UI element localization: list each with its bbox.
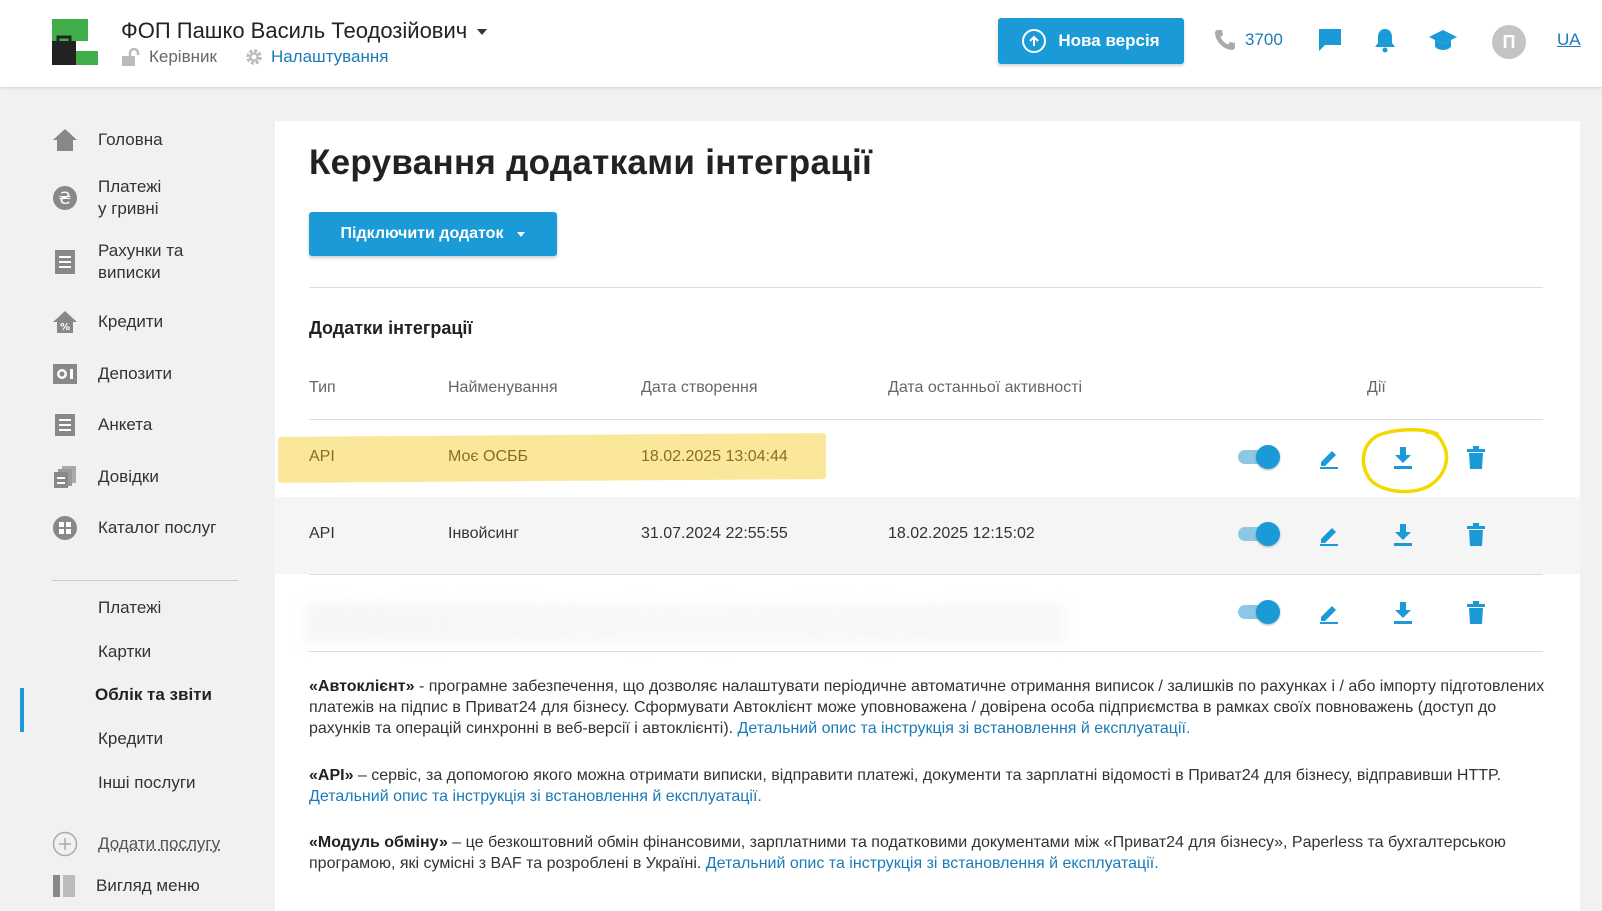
sidebar-sub-credits[interactable]: Кредити bbox=[98, 729, 163, 749]
api-docs-link[interactable]: Детальний опис та інструкція зі встановл… bbox=[309, 788, 762, 805]
column-header-last-active: Дата останньої активності bbox=[888, 379, 1083, 396]
cell-name: Інвойсинг bbox=[448, 525, 520, 542]
phone-icon bbox=[1215, 30, 1235, 50]
row-divider bbox=[309, 651, 1543, 652]
pencil-icon bbox=[1320, 528, 1338, 546]
catalog-icon bbox=[52, 515, 78, 541]
delete-button[interactable] bbox=[1463, 600, 1489, 626]
home-icon bbox=[52, 127, 78, 153]
column-header-name: Найменування bbox=[448, 379, 558, 396]
trash-icon bbox=[1467, 446, 1485, 469]
sidebar-item-home[interactable]: Головна bbox=[52, 127, 163, 153]
delete-button[interactable] bbox=[1463, 522, 1489, 548]
company-name: ФОП Пашко Василь Теодозійович bbox=[121, 18, 468, 43]
trash-icon bbox=[1467, 523, 1485, 546]
deposit-icon bbox=[52, 361, 78, 387]
hryvnia-icon: ₴ bbox=[52, 185, 78, 211]
form-icon bbox=[52, 412, 78, 438]
edit-button[interactable] bbox=[1316, 600, 1342, 626]
pencil-icon bbox=[1320, 606, 1338, 624]
autoclient-docs-link[interactable]: Детальний опис та інструкція зі встановл… bbox=[738, 720, 1191, 737]
unlock-icon bbox=[122, 48, 140, 66]
chevron-down-icon bbox=[517, 231, 526, 237]
download-icon bbox=[1394, 602, 1412, 624]
plus-circle-icon bbox=[52, 831, 78, 857]
table-row: API Інвойсинг 31.07.2024 22:55:55 18.02.… bbox=[274, 497, 1580, 574]
table-row bbox=[275, 575, 1580, 652]
house-percent-icon: % bbox=[52, 309, 78, 335]
phone-link[interactable]: 3700 bbox=[1213, 28, 1283, 52]
add-service-link[interactable]: Додати послугу bbox=[52, 831, 220, 857]
sidebar-item-accounts[interactable]: Рахунки та виписки bbox=[52, 240, 183, 284]
sidebar: Головна ₴ Платежі у гривні Рахунки та ви… bbox=[0, 87, 270, 911]
certificates-icon bbox=[52, 464, 78, 490]
active-toggle[interactable] bbox=[1236, 599, 1280, 625]
company-logo-icon bbox=[52, 19, 98, 65]
edit-button[interactable] bbox=[1316, 522, 1342, 548]
column-header-actions: Дії bbox=[1367, 379, 1386, 396]
active-indicator bbox=[20, 688, 24, 732]
download-icon bbox=[1394, 524, 1412, 546]
active-toggle[interactable] bbox=[1236, 444, 1280, 470]
cell-type: API bbox=[309, 525, 335, 542]
new-version-button[interactable]: Нова версія bbox=[998, 18, 1184, 64]
desc-api: «API» – сервіс, за допомогою якого можна… bbox=[309, 767, 1502, 805]
exchange-docs-link[interactable]: Детальний опис та інструкція зі встановл… bbox=[706, 855, 1159, 872]
settings-link[interactable]: Налаштування bbox=[245, 47, 388, 67]
main-content: Керування додатками інтеграції Підключит… bbox=[274, 121, 1580, 911]
trash-icon bbox=[1467, 601, 1485, 624]
sidebar-item-payments-uah[interactable]: ₴ Платежі у гривні bbox=[52, 176, 161, 220]
arrow-up-circle-icon bbox=[1022, 29, 1047, 53]
annotation-circle bbox=[1361, 428, 1449, 494]
menu-layout-icon bbox=[53, 875, 75, 897]
bell-icon[interactable] bbox=[1373, 27, 1397, 53]
role-label: Керівник bbox=[121, 47, 217, 67]
graduation-cap-icon[interactable] bbox=[1428, 27, 1458, 53]
chevron-down-icon bbox=[477, 29, 488, 35]
svg-text:₴: ₴ bbox=[58, 189, 71, 209]
sidebar-sub-payments[interactable]: Платежі bbox=[98, 598, 161, 618]
active-toggle[interactable] bbox=[1236, 521, 1280, 547]
top-header: ФОП Пашко Василь Теодозійович Керівник Н… bbox=[0, 0, 1602, 87]
sidebar-sub-accounting[interactable]: Облік та звіти bbox=[95, 685, 212, 705]
language-switch[interactable]: UA bbox=[1557, 30, 1581, 50]
cell-type: API bbox=[309, 448, 335, 465]
sidebar-item-certificates[interactable]: Довідки bbox=[52, 464, 159, 490]
download-button[interactable] bbox=[1390, 522, 1416, 548]
download-button[interactable] bbox=[1390, 600, 1416, 626]
delete-button[interactable] bbox=[1463, 445, 1489, 471]
document-icon bbox=[52, 249, 78, 275]
sidebar-item-deposits[interactable]: Депозити bbox=[52, 361, 172, 387]
sidebar-divider bbox=[52, 580, 238, 581]
cell-created: 18.02.2025 13:04:44 bbox=[641, 448, 788, 465]
company-selector[interactable]: ФОП Пашко Василь Теодозійович bbox=[121, 18, 488, 44]
column-header-type: Тип bbox=[309, 379, 336, 396]
menu-view-toggle[interactable]: Вигляд меню bbox=[52, 874, 200, 898]
sidebar-item-credits[interactable]: % Кредити bbox=[52, 309, 163, 335]
cell-created: 31.07.2024 22:55:55 bbox=[641, 525, 788, 542]
gear-icon bbox=[246, 49, 262, 65]
divider bbox=[309, 287, 1543, 288]
sidebar-sub-other[interactable]: Інші послуги bbox=[98, 773, 196, 793]
desc-exchange-module: «Модуль обміну» – це безкоштовний обмін … bbox=[309, 834, 1506, 872]
svg-text:%: % bbox=[60, 322, 70, 333]
connect-app-button[interactable]: Підключити додаток bbox=[309, 212, 557, 256]
edit-button[interactable] bbox=[1316, 445, 1342, 471]
cell-last-active: 18.02.2025 12:15:02 bbox=[888, 525, 1035, 542]
page-title: Керування додатками інтеграції bbox=[309, 143, 873, 182]
chat-icon[interactable] bbox=[1317, 27, 1343, 53]
cell-name: Моє ОСББ bbox=[448, 448, 529, 465]
avatar[interactable]: П bbox=[1492, 25, 1526, 59]
section-title: Додатки інтеграції bbox=[309, 318, 473, 338]
sidebar-sub-cards[interactable]: Картки bbox=[98, 642, 151, 662]
desc-autoclient: «Автоклієнт» - програмне забезпечення, щ… bbox=[309, 678, 1545, 737]
sidebar-item-form[interactable]: Анкета bbox=[52, 412, 152, 438]
pencil-icon bbox=[1320, 451, 1338, 469]
column-header-created: Дата створення bbox=[641, 379, 758, 396]
sidebar-item-catalog[interactable]: Каталог послуг bbox=[52, 515, 216, 541]
